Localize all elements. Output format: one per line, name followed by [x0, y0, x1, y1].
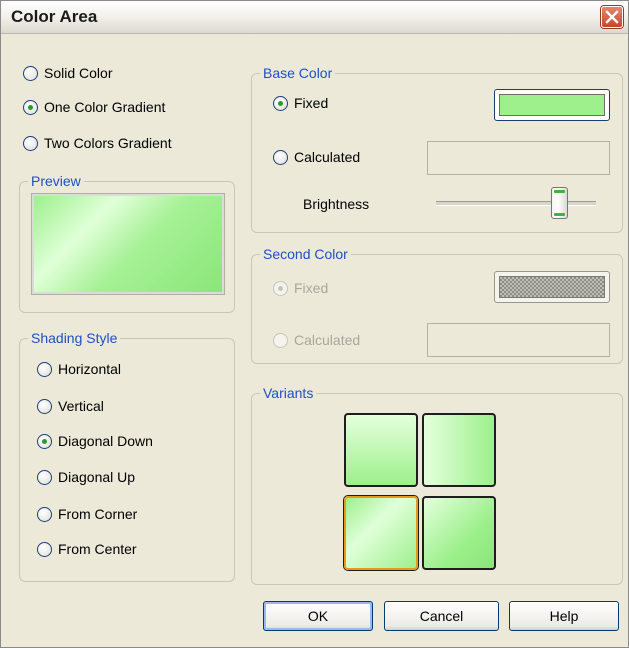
variant-horizontal[interactable] — [422, 413, 496, 487]
radio-circle[interactable] — [23, 99, 38, 115]
radio-second-calculated[interactable]: Calculated — [273, 330, 360, 350]
brightness-label: Brightness — [303, 196, 370, 212]
radio-label: Two Colors Gradient — [44, 135, 172, 151]
radio-circle[interactable] — [23, 65, 38, 81]
radio-from-corner[interactable]: From Corner — [37, 504, 137, 524]
second-color-picker-button[interactable] — [494, 271, 610, 303]
radio-diagonal-down[interactable]: Diagonal Down — [37, 431, 153, 451]
calculated-color-field — [427, 141, 610, 175]
second-color-swatch — [499, 276, 605, 298]
radio-circle[interactable] — [273, 280, 288, 296]
variant-diagonal-selected[interactable] — [344, 496, 418, 570]
radio-circle[interactable] — [37, 433, 52, 449]
radio-label: Diagonal Up — [58, 469, 136, 485]
radio-base-fixed[interactable]: Fixed — [273, 93, 328, 113]
ok-button[interactable]: OK — [263, 601, 373, 631]
dialog-title: Color Area — [11, 7, 98, 26]
cancel-button[interactable]: Cancel — [384, 601, 499, 631]
radio-circle[interactable] — [37, 506, 52, 522]
radio-label: From Corner — [58, 506, 138, 522]
radio-one-color-gradient[interactable]: One Color Gradient — [23, 97, 165, 117]
radio-label: Solid Color — [44, 65, 113, 81]
radio-circle[interactable] — [37, 361, 52, 377]
radio-second-fixed[interactable]: Fixed — [273, 278, 328, 298]
radio-label: Vertical — [58, 398, 104, 414]
help-button[interactable]: Help — [509, 601, 619, 631]
group-label: Shading Style — [28, 329, 121, 347]
radio-diagonal-up[interactable]: Diagonal Up — [37, 467, 135, 487]
radio-two-colors-gradient[interactable]: Two Colors Gradient — [23, 133, 172, 153]
color-area-dialog: Color Area Solid Color One Color Gradien… — [0, 0, 629, 648]
radio-from-center[interactable]: From Center — [37, 539, 137, 559]
base-color-picker-button[interactable] — [494, 89, 610, 121]
radio-circle[interactable] — [273, 149, 288, 165]
brightness-slider-thumb[interactable] — [551, 187, 568, 219]
radio-label: Fixed — [294, 280, 329, 296]
preview-group: Preview — [19, 172, 235, 313]
radio-circle[interactable] — [23, 135, 38, 151]
variant-diagonal[interactable] — [422, 496, 496, 570]
radio-circle[interactable] — [37, 541, 52, 557]
radio-label: Calculated — [294, 149, 361, 165]
radio-circle[interactable] — [37, 469, 52, 485]
radio-label: Horizontal — [58, 361, 122, 377]
radio-label: Calculated — [294, 332, 361, 348]
group-label: Variants — [260, 384, 317, 402]
radio-label: Fixed — [294, 95, 329, 111]
second-calculated-field — [427, 323, 610, 357]
radio-horizontal[interactable]: Horizontal — [37, 359, 121, 379]
preview-swatch — [31, 193, 225, 295]
brightness-slider-track[interactable] — [436, 201, 596, 206]
variant-vertical[interactable] — [344, 413, 418, 487]
close-button[interactable] — [601, 6, 623, 28]
radio-label: One Color Gradient — [44, 99, 166, 115]
radio-vertical[interactable]: Vertical — [37, 396, 104, 416]
close-icon — [605, 10, 619, 24]
radio-base-calculated[interactable]: Calculated — [273, 147, 360, 167]
radio-label: Diagonal Down — [58, 433, 153, 449]
group-label: Base Color — [260, 64, 336, 82]
group-label: Second Color — [260, 245, 351, 263]
radio-circle[interactable] — [273, 332, 288, 348]
radio-circle[interactable] — [37, 398, 52, 414]
radio-label: From Center — [58, 541, 137, 557]
group-label: Preview — [28, 172, 84, 190]
radio-solid-color[interactable]: Solid Color — [23, 63, 112, 83]
base-color-swatch — [499, 94, 605, 116]
radio-circle[interactable] — [273, 95, 288, 111]
title-bar[interactable]: Color Area — [1, 1, 628, 34]
